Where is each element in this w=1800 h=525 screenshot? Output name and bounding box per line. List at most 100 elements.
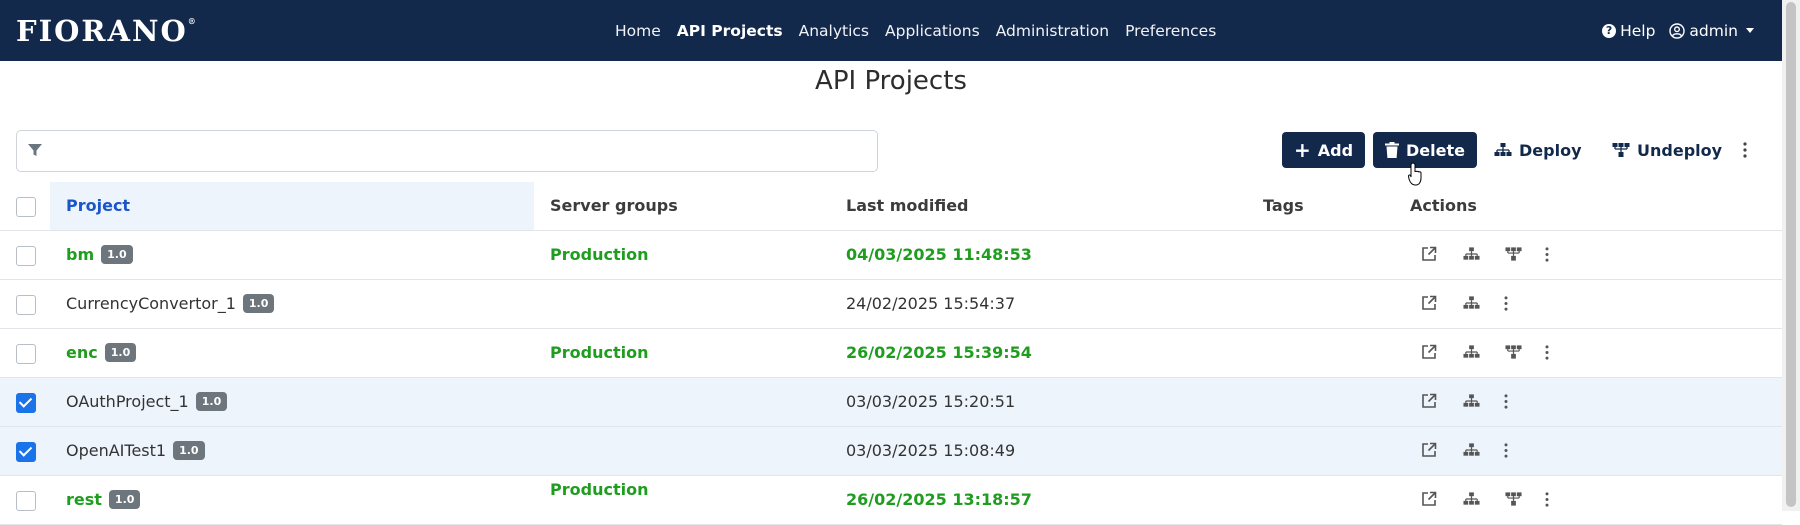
trash-icon	[1385, 142, 1399, 158]
nav-api-projects[interactable]: API Projects	[677, 22, 783, 40]
deploy-icon[interactable]	[1460, 292, 1482, 314]
user-label: admin	[1689, 21, 1738, 40]
project-name[interactable]: rest	[66, 490, 102, 509]
nav-administration[interactable]: Administration	[996, 22, 1109, 40]
deploy-icon[interactable]	[1460, 488, 1482, 510]
last-modified-cell: 26/02/2025 15:39:54	[846, 343, 1032, 362]
server-group-cell: Production	[550, 245, 649, 264]
open-external-icon[interactable]	[1418, 243, 1440, 265]
undeploy-icon[interactable]	[1502, 243, 1524, 265]
kebab-icon[interactable]	[1495, 390, 1517, 412]
scrollbar-thumb[interactable]	[1786, 2, 1796, 507]
main-nav: Home API Projects Analytics Applications…	[615, 0, 1232, 61]
fiorano-logo[interactable]: FIORANO®	[16, 14, 198, 48]
version-badge: 1.0	[173, 441, 205, 460]
nav-preferences[interactable]: Preferences	[1125, 22, 1216, 40]
row-checkbox[interactable]	[16, 393, 36, 413]
last-modified-cell: 04/03/2025 11:48:53	[846, 245, 1032, 264]
undeploy-button[interactable]: Undeploy	[1604, 132, 1730, 168]
kebab-icon[interactable]	[1536, 243, 1558, 265]
undeploy-label: Undeploy	[1637, 140, 1723, 160]
vertical-scrollbar[interactable]	[1782, 0, 1800, 511]
deploy-icon[interactable]	[1460, 390, 1482, 412]
table-row[interactable]: bm 1.0 Production 04/03/2025 11:48:53	[0, 231, 1782, 280]
project-name-cell[interactable]: rest 1.0	[66, 490, 141, 509]
add-button[interactable]: + Add	[1282, 132, 1366, 168]
deploy-icon[interactable]	[1460, 439, 1482, 461]
nav-home[interactable]: Home	[615, 22, 661, 40]
last-modified-cell: 03/03/2025 15:20:51	[846, 392, 1016, 411]
deploy-button[interactable]: Deploy	[1486, 132, 1590, 168]
row-checkbox[interactable]	[16, 491, 36, 511]
table-body: bm 1.0 Production 04/03/2025 11:48:53 Curren…	[0, 231, 1782, 525]
project-name[interactable]: CurrencyConvertor_1	[66, 294, 236, 313]
deploy-icon	[1494, 143, 1512, 156]
table-header: Project Server groups Last modified Tags…	[0, 182, 1782, 231]
kebab-icon[interactable]	[1536, 341, 1558, 363]
table-row[interactable]: rest 1.0 Production 26/02/2025 13:18:57	[0, 476, 1782, 525]
table-row[interactable]: enc 1.0 Production 26/02/2025 15:39:54	[0, 329, 1782, 378]
column-header-tags[interactable]: Tags	[1263, 196, 1304, 215]
last-modified-cell: 26/02/2025 13:18:57	[846, 490, 1032, 509]
version-badge: 1.0	[104, 343, 137, 362]
nav-user-area: ? Help admin	[1602, 0, 1754, 61]
version-badge: 1.0	[101, 245, 133, 264]
project-name-cell[interactable]: enc 1.0	[66, 343, 137, 362]
project-name-cell[interactable]: OpenAITest1 1.0	[66, 441, 205, 460]
version-badge: 1.0	[242, 294, 275, 313]
help-label: Help	[1620, 21, 1656, 40]
logo-text: FIORANO	[16, 14, 188, 48]
kebab-icon[interactable]	[1495, 292, 1517, 314]
project-name-cell[interactable]: CurrencyConvertor_1 1.0	[66, 294, 275, 313]
plus-icon: +	[1294, 138, 1311, 162]
filter-icon	[28, 144, 42, 156]
page-title: API Projects	[815, 66, 967, 96]
open-external-icon[interactable]	[1418, 488, 1440, 510]
more-options-button[interactable]	[1735, 132, 1755, 168]
table-row[interactable]: OpenAITest1 1.0 03/03/2025 15:08:49	[0, 427, 1782, 476]
table-row[interactable]: CurrencyConvertor_1 1.0 24/02/2025 15:54:3…	[0, 280, 1782, 329]
undeploy-icon[interactable]	[1502, 341, 1524, 363]
select-all-checkbox[interactable]	[16, 197, 36, 217]
project-name-cell[interactable]: OAuthProject_1 1.0	[66, 392, 228, 411]
kebab-icon[interactable]	[1495, 439, 1517, 461]
column-header-server-groups[interactable]: Server groups	[550, 196, 678, 215]
project-name-cell[interactable]: bm 1.0	[66, 245, 133, 264]
version-badge: 1.0	[195, 392, 228, 411]
kebab-icon	[1743, 142, 1747, 158]
undeploy-icon	[1612, 143, 1630, 157]
delete-label: Delete	[1406, 140, 1465, 160]
open-external-icon[interactable]	[1418, 439, 1440, 461]
filter-input[interactable]	[55, 137, 859, 165]
project-name[interactable]: bm	[66, 245, 94, 264]
open-external-icon[interactable]	[1418, 341, 1440, 363]
row-checkbox[interactable]	[16, 295, 36, 315]
open-external-icon[interactable]	[1418, 390, 1440, 412]
chevron-down-icon	[1746, 28, 1754, 33]
user-menu[interactable]: admin	[1669, 22, 1754, 40]
open-external-icon[interactable]	[1418, 292, 1440, 314]
row-checkbox[interactable]	[16, 246, 36, 266]
user-circle-icon	[1669, 22, 1686, 39]
project-name[interactable]: enc	[66, 343, 98, 362]
deploy-icon[interactable]	[1460, 341, 1482, 363]
top-navbar: FIORANO® Home API Projects Analytics App…	[0, 0, 1782, 61]
help-link[interactable]: ? Help	[1602, 22, 1655, 40]
add-label: Add	[1317, 140, 1354, 160]
project-name[interactable]: OAuthProject_1	[66, 392, 189, 411]
filter-box	[16, 130, 878, 172]
row-checkbox[interactable]	[16, 344, 36, 364]
nav-applications[interactable]: Applications	[885, 22, 980, 40]
help-icon: ?	[1602, 23, 1617, 38]
undeploy-icon[interactable]	[1502, 488, 1524, 510]
column-header-project[interactable]: Project	[66, 196, 130, 215]
project-name[interactable]: OpenAITest1	[66, 441, 166, 460]
projects-table: Project Server groups Last modified Tags…	[0, 182, 1782, 525]
deploy-icon[interactable]	[1460, 243, 1482, 265]
table-row[interactable]: OAuthProject_1 1.0 03/03/2025 15:20:51	[0, 378, 1782, 427]
column-header-last-modified[interactable]: Last modified	[846, 196, 969, 215]
row-checkbox[interactable]	[16, 442, 36, 462]
version-badge: 1.0	[108, 490, 141, 509]
kebab-icon[interactable]	[1536, 488, 1558, 510]
nav-analytics[interactable]: Analytics	[799, 22, 869, 40]
